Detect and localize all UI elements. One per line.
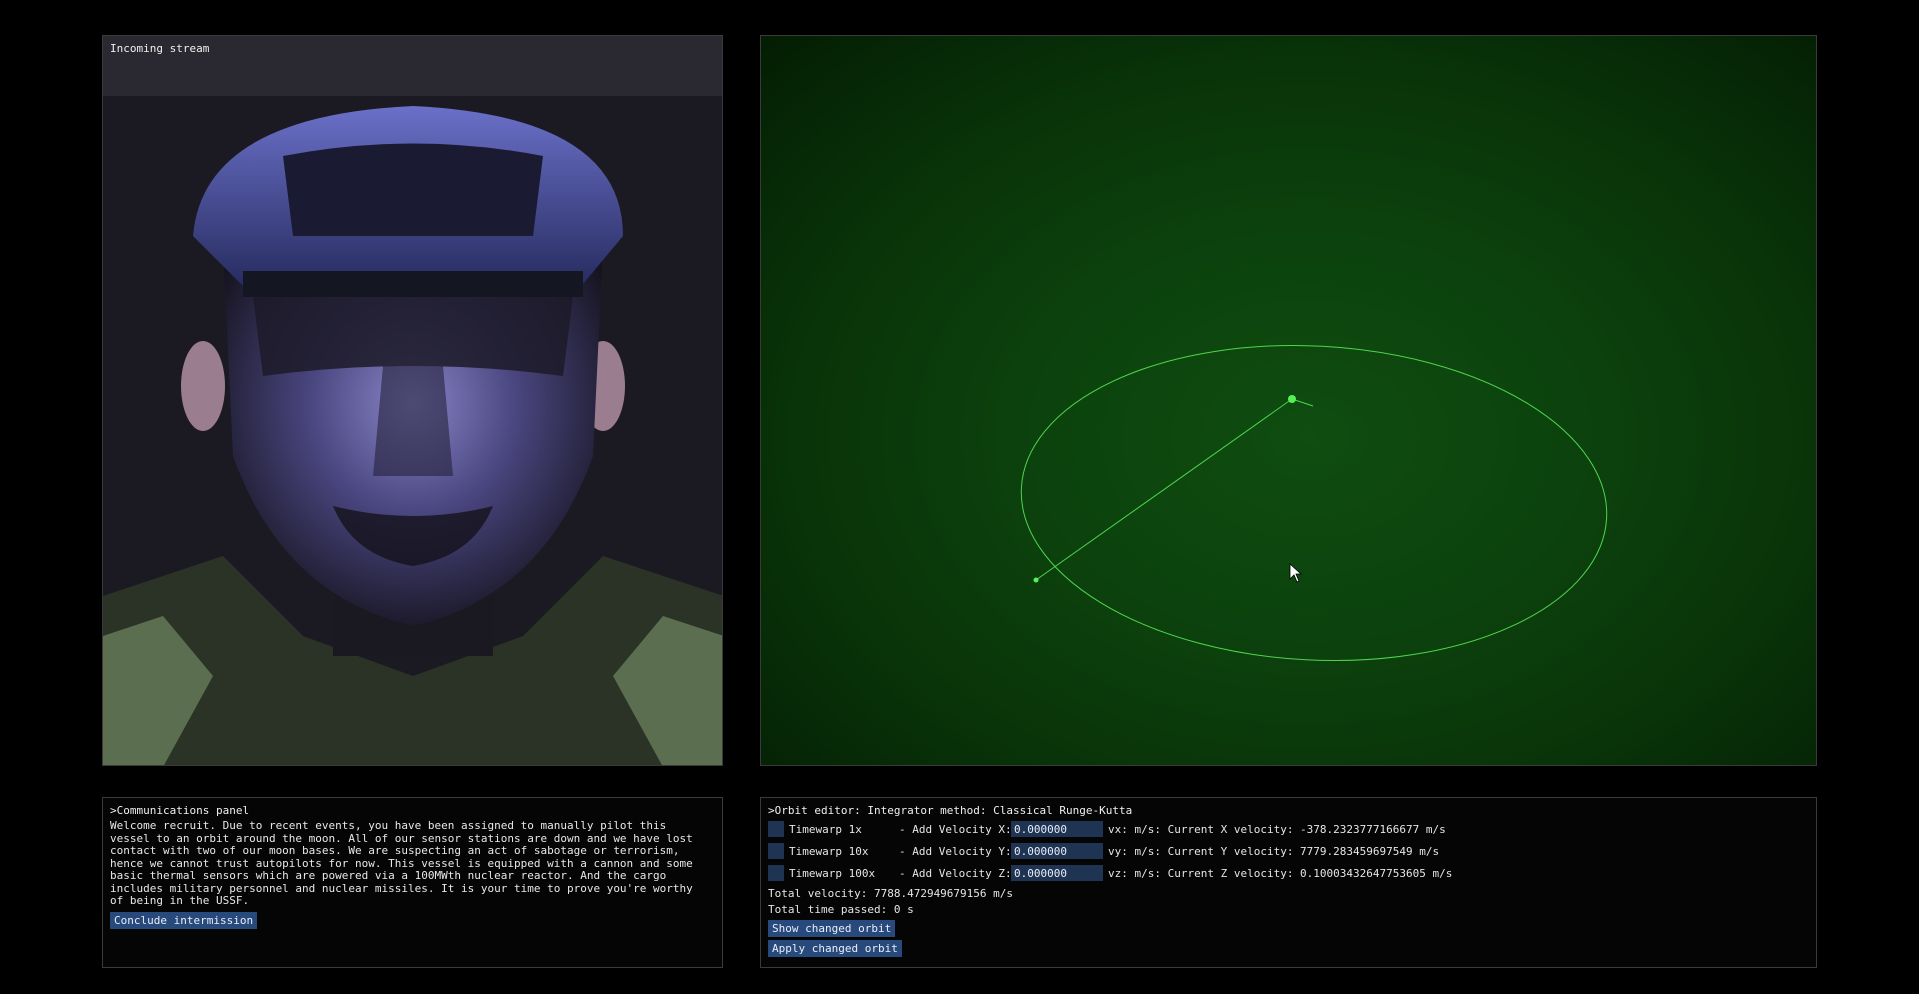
orbit-view-panel[interactable] [760, 35, 1817, 766]
periapsis-marker [1033, 577, 1039, 583]
velocity-x-unit: vx: m/s: [1108, 822, 1161, 836]
timewarp-10x-checkbox[interactable] [768, 843, 784, 859]
velocity-x-input[interactable] [1011, 821, 1103, 837]
current-x-velocity: Current X velocity: -378.2323777166677 m… [1167, 822, 1446, 836]
timewarp-100x-label: Timewarp 100x [789, 866, 876, 880]
velocity-z-input[interactable] [1011, 865, 1103, 881]
current-y-velocity: Current Y velocity: 7779.283459697549 m/… [1167, 844, 1440, 858]
orbit-editor-panel: >Orbit editor: Integrator method: Classi… [760, 797, 1817, 968]
communications-panel: >Communications panel Welcome recruit. D… [102, 797, 723, 968]
stream-video-frame [103, 36, 722, 765]
orbit-radius-line [1035, 398, 1293, 581]
total-time-passed: Total time passed: 0 s [768, 903, 914, 916]
orbit-ellipse [1020, 344, 1608, 662]
show-changed-orbit-button[interactable]: Show changed orbit [768, 920, 896, 937]
timewarp-1x-label: Timewarp 1x [789, 822, 862, 836]
orbit-display[interactable] [761, 36, 1817, 766]
apply-changed-orbit-button[interactable]: Apply changed orbit [768, 940, 902, 957]
velocity-z-unit: vz: m/s: [1108, 866, 1161, 880]
add-velocity-y-label: - Add Velocity Y: [899, 844, 1012, 858]
total-velocity: Total velocity: 7788.472949679156 m/s [768, 887, 1014, 900]
velocity-y-input[interactable] [1011, 843, 1103, 859]
editor-row-z: Timewarp 100x - Add Velocity Z: vz: m/s:… [768, 863, 1809, 883]
timewarp-1x-checkbox[interactable] [768, 821, 784, 837]
velocity-y-unit: vy: m/s: [1108, 844, 1161, 858]
timewarp-10x-label: Timewarp 10x [789, 844, 869, 858]
mouse-pointer-icon [1289, 563, 1303, 583]
add-velocity-z-label: - Add Velocity Z: [899, 866, 1012, 880]
timewarp-100x-checkbox[interactable] [768, 865, 784, 881]
add-velocity-x-label: - Add Velocity X: [899, 822, 1012, 836]
conclude-intermission-button[interactable]: Conclude intermission [110, 911, 258, 929]
orbit-editor-header: >Orbit editor: Integrator method: Classi… [768, 804, 1133, 817]
comms-message: Welcome recruit. Due to recent events, y… [110, 819, 693, 907]
stream-title: Incoming stream [110, 42, 210, 55]
current-z-velocity: Current Z velocity: 0.10003432647753605 … [1167, 866, 1453, 880]
editor-row-y: Timewarp 10x - Add Velocity Y: vy: m/s: … [768, 841, 1809, 861]
comms-header: >Communications panel [110, 804, 250, 817]
editor-row-x: Timewarp 1x - Add Velocity X: vx: m/s: C… [768, 819, 1809, 839]
spacecraft-marker [1288, 395, 1296, 403]
incoming-stream-panel: Incoming stream [102, 35, 723, 766]
